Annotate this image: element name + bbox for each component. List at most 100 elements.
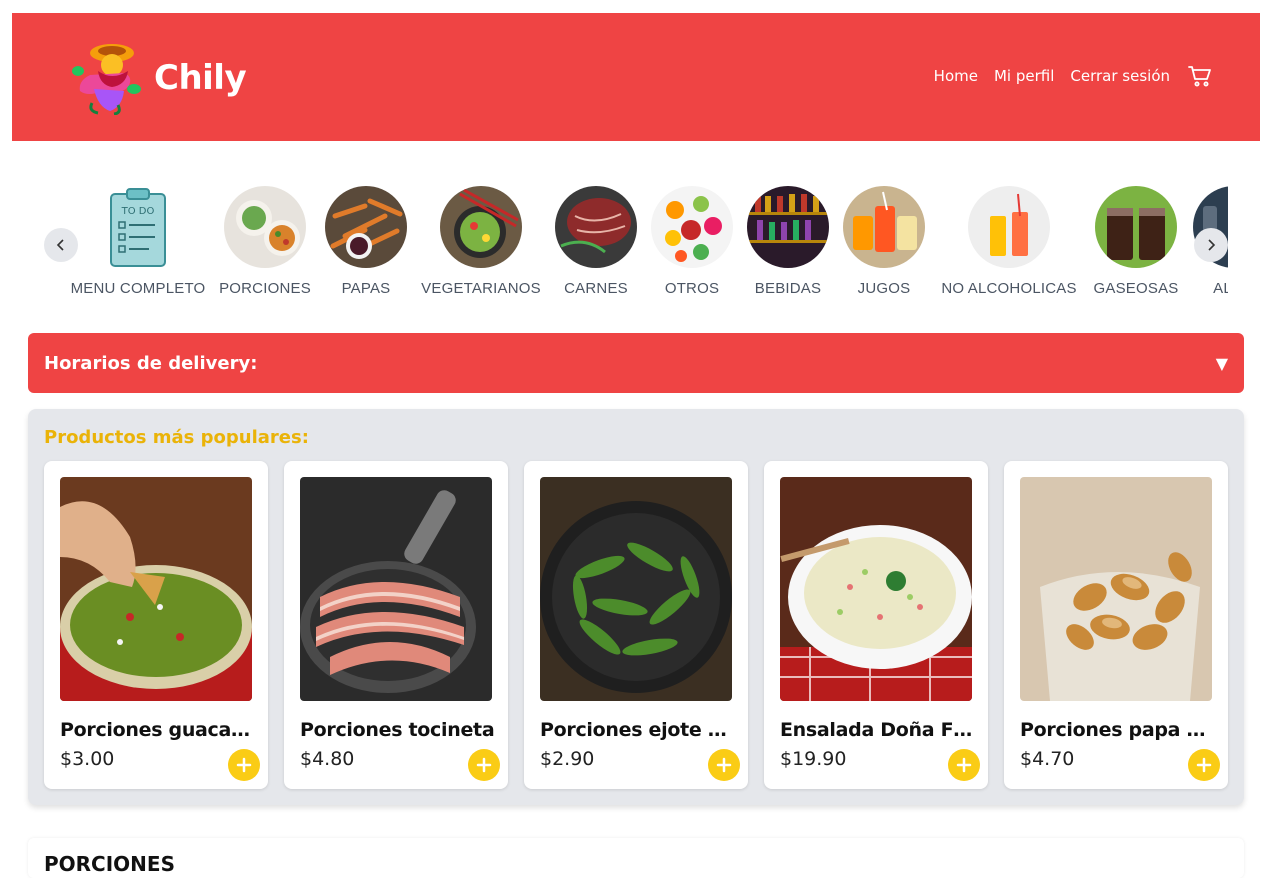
category-label: VEGETARIANOS [421,280,541,297]
category-carnes[interactable]: CARNES [548,186,644,297]
bebidas-photo [747,186,829,268]
top-header: Chily Home Mi perfil Cerrar sesión [12,13,1260,141]
category-jugos[interactable]: JUGOS [836,186,932,297]
category-image [747,186,829,268]
product-price: $2.90 [540,748,595,770]
guacamole-photo [60,477,252,701]
product-card[interactable]: Porciones guacamole $3.00 [44,461,268,789]
plus-icon [956,757,972,773]
chevron-left-icon [56,239,64,251]
product-card[interactable]: Ensalada Doña Flor $19.90 [764,461,988,789]
category-label: MENU COMPLETO [70,280,206,297]
nav-home-link[interactable]: Home [934,67,978,85]
product-card-list: Porciones guacamole $3.00 [44,461,1228,789]
product-name: Porciones guacamole [60,719,256,741]
category-label: GASEOSAS [1093,280,1179,297]
category-image [440,186,522,268]
category-label: BEBIDAS [754,280,822,297]
product-price: $3.00 [60,748,115,770]
papa-cuna-photo [1020,477,1212,701]
tocineta-photo [300,477,492,701]
ensalada-photo [780,477,972,701]
chili-mascot-icon [72,44,141,115]
product-name: Ensalada Doña Flor [780,719,976,741]
add-to-cart-button[interactable] [1188,749,1220,781]
plus-icon [1196,757,1212,773]
category-image [651,186,733,268]
product-image [780,477,972,701]
caret-down-icon: ▼ [1215,353,1228,373]
category-label: JUGOS [857,280,911,297]
product-name: Porciones ejote 2.9 [540,719,736,741]
category-porciones[interactable]: PORCIONES [212,186,318,297]
category-label: PORCIONES [219,280,311,297]
category-otros[interactable]: OTROS [644,186,740,297]
section-heading: PORCIONES [44,852,175,876]
svg-text:TO DO: TO DO [121,206,155,217]
category-image [555,186,637,268]
porciones-photo [224,186,306,268]
product-image [300,477,492,701]
jugos-photo [843,186,925,268]
add-to-cart-button[interactable] [948,749,980,781]
cart-icon[interactable] [1188,65,1212,87]
add-to-cart-button[interactable] [708,749,740,781]
plus-icon [236,757,252,773]
category-carousel: TO DO MENU COMPLETO PORCIONES PAPAS VEGE… [40,186,1228,306]
delivery-hours-title: Horarios de delivery: [44,352,258,374]
carnes-photo [555,186,637,268]
product-price: $19.90 [780,748,847,770]
categories-next-button[interactable] [1194,228,1228,262]
category-image [224,186,306,268]
popular-products-section: Productos más populares: Porciones guaca… [28,409,1244,805]
ejote-photo [540,477,732,701]
plus-icon [476,757,492,773]
vegetarianos-photo [440,186,522,268]
brand-name: Chily [154,58,247,98]
category-menu-completo[interactable]: TO DO MENU COMPLETO [64,186,212,297]
plus-icon [716,757,732,773]
category-image: TO DO [97,186,179,268]
todo-clipboard-icon: TO DO [110,188,166,267]
category-vegetarianos[interactable]: VEGETARIANOS [414,186,548,297]
category-image [325,186,407,268]
product-price: $4.70 [1020,748,1075,770]
product-image [60,477,252,701]
nav-profile-link[interactable]: Mi perfil [994,67,1054,85]
category-papas[interactable]: PAPAS [318,186,414,297]
delivery-hours-accordion[interactable]: Horarios de delivery: ▼ [28,333,1244,393]
product-image [540,477,732,701]
main-nav: Home Mi perfil Cerrar sesión [934,65,1212,87]
product-price: $4.80 [300,748,355,770]
product-image [1020,477,1212,701]
category-label: CARNES [564,280,628,297]
category-label: ALCO [1213,280,1228,297]
chevron-right-icon [1208,239,1216,251]
nav-logout-link[interactable]: Cerrar sesión [1070,67,1170,85]
category-no-alcoholicas[interactable]: NO ALCOHOLICAS [932,186,1086,297]
otros-photo [651,186,733,268]
brand-logo[interactable]: Chily [68,41,247,115]
category-gaseosas[interactable]: GASEOSAS [1086,186,1186,297]
product-name: Porciones tocineta [300,719,495,741]
papas-photo [325,186,407,268]
porciones-section: PORCIONES [28,838,1244,878]
category-image [843,186,925,268]
popular-products-title: Productos más populares: [44,427,309,448]
add-to-cart-button[interactable] [228,749,260,781]
no-alcoholicas-photo [968,186,1050,268]
product-card[interactable]: Porciones ejote 2.9 $2.90 [524,461,748,789]
gaseosas-photo [1095,186,1177,268]
product-name: Porciones papa cuña [1020,719,1216,741]
category-list: TO DO MENU COMPLETO PORCIONES PAPAS VEGE… [64,186,1228,297]
category-image [1095,186,1177,268]
product-card[interactable]: Porciones papa cuña $4.70 [1004,461,1228,789]
add-to-cart-button[interactable] [468,749,500,781]
category-label: NO ALCOHOLICAS [941,280,1077,297]
category-label: OTROS [664,280,720,297]
product-card[interactable]: Porciones tocineta $4.80 [284,461,508,789]
category-image [968,186,1050,268]
category-label: PAPAS [341,280,391,297]
categories-prev-button[interactable] [44,228,78,262]
category-bebidas[interactable]: BEBIDAS [740,186,836,297]
